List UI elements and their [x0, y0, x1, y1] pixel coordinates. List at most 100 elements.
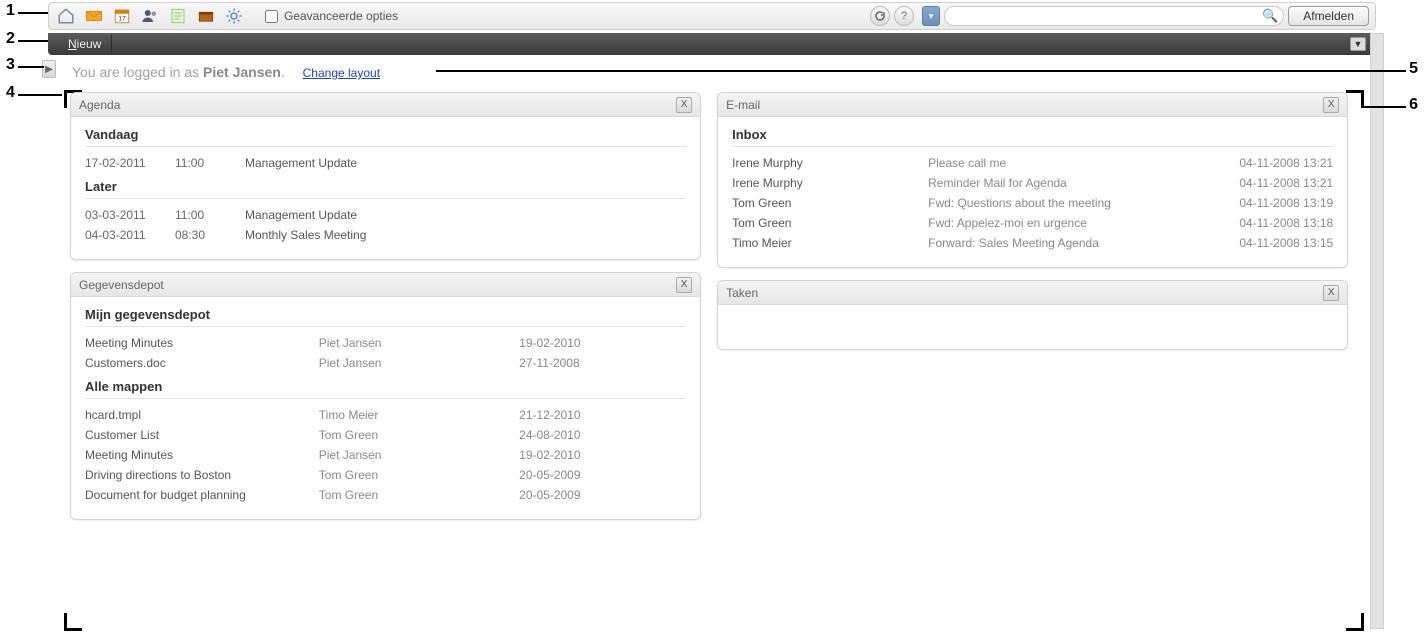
agenda-date: 04-03-2011 [85, 228, 175, 242]
email-from: Tom Green [732, 196, 928, 210]
callout-4: 4 [6, 84, 15, 102]
callout-2: 2 [6, 30, 15, 48]
callout-line [18, 66, 44, 68]
callout-3: 3 [6, 56, 15, 74]
email-from: Irene Murphy [732, 156, 928, 170]
search-input[interactable] [944, 6, 1284, 26]
email-subject: Reminder Mail for Agenda [928, 176, 1213, 190]
agenda-time: 11:00 [175, 156, 245, 170]
callout-line [18, 94, 62, 96]
depot-row[interactable]: Customer ListTom Green24-08-2010 [85, 425, 686, 445]
email-row[interactable]: Irene MurphyPlease call me04-11-2008 13:… [732, 153, 1333, 173]
right-sidebar-strip[interactable] [1370, 33, 1384, 629]
agenda-time: 08:30 [175, 228, 245, 242]
depot-name: Customers.doc [85, 356, 319, 370]
agenda-today-label: Vandaag [85, 127, 686, 147]
email-date: 04-11-2008 13:19 [1213, 196, 1333, 210]
svg-text:17: 17 [118, 16, 126, 23]
depot-owner: Tom Green [319, 428, 519, 442]
email-row[interactable]: Irene MurphyReminder Mail for Agenda04-1… [732, 173, 1333, 193]
overview-content: Agenda X Vandaag 17-02-201111:00Manageme… [70, 92, 1358, 631]
change-layout-link[interactable]: Change layout [303, 66, 380, 80]
close-icon[interactable]: X [1323, 97, 1339, 113]
email-row[interactable]: Tom GreenFwd: Questions about the meetin… [732, 193, 1333, 213]
mail-icon[interactable] [83, 5, 105, 27]
depot-row[interactable]: Driving directions to BostonTom Green20-… [85, 465, 686, 485]
depot-date: 20-05-2009 [519, 488, 686, 502]
email-subject: Fwd: Appelez-moi en urgence [928, 216, 1213, 230]
depot-date: 19-02-2010 [519, 448, 686, 462]
email-row[interactable]: Tom GreenFwd: Appelez-moi en urgence04-1… [732, 213, 1333, 233]
depot-owner: Piet Jansen [319, 336, 519, 350]
search-icon[interactable]: 🔍 [1262, 8, 1278, 24]
advanced-options-input[interactable] [265, 10, 278, 23]
login-prefix: You are logged in as [72, 64, 203, 80]
new-menu[interactable]: Nieuw [58, 35, 112, 53]
close-icon[interactable]: X [676, 97, 692, 113]
depot-row[interactable]: hcard.tmplTimo Meier21-12-2010 [85, 405, 686, 425]
callout-line [1362, 106, 1406, 108]
email-date: 04-11-2008 13:18 [1213, 216, 1333, 230]
panelbar-dropdown[interactable]: ▼ [1350, 37, 1366, 51]
tasks-title: Taken [726, 286, 758, 300]
depot-name: hcard.tmpl [85, 408, 319, 422]
agenda-subject: Monthly Sales Meeting [245, 228, 686, 242]
agenda-title: Agenda [79, 98, 120, 112]
login-user: Piet Jansen [203, 64, 281, 80]
refresh-button[interactable] [870, 6, 890, 26]
login-info: You are logged in as Piet Jansen. Change… [72, 64, 1364, 80]
agenda-date: 17-02-2011 [85, 156, 175, 170]
calendar-icon[interactable]: 17 [111, 5, 133, 27]
depot-row[interactable]: Meeting MinutesPiet Jansen19-02-2010 [85, 445, 686, 465]
agenda-row[interactable]: 04-03-201108:30Monthly Sales Meeting [85, 225, 686, 245]
email-row[interactable]: Timo MeierForward: Sales Meeting Agenda0… [732, 233, 1333, 253]
depot-row[interactable]: Customers.docPiet Jansen27-11-2008 [85, 353, 686, 373]
depot-owner: Timo Meier [319, 408, 519, 422]
close-icon[interactable]: X [1323, 285, 1339, 301]
email-date: 04-11-2008 13:21 [1213, 176, 1333, 190]
advanced-options-checkbox[interactable]: Geavanceerde opties [265, 9, 398, 23]
top-toolbar: 17 Geavanceerde opties ? ▾ 🔍 Afmelden [48, 2, 1376, 30]
tasks-icon[interactable] [167, 5, 189, 27]
close-icon[interactable]: X [676, 277, 692, 293]
search-scope-dropdown[interactable]: ▾ [922, 6, 940, 26]
contacts-icon[interactable] [139, 5, 161, 27]
depot-date: 27-11-2008 [519, 356, 686, 370]
email-panel: E-mail X Inbox Irene MurphyPlease call m… [717, 92, 1348, 268]
agenda-subject: Management Update [245, 156, 686, 170]
callout-line [18, 40, 48, 42]
panel-bar: Nieuw ▼ [48, 33, 1376, 55]
agenda-row[interactable]: 17-02-201111:00Management Update [85, 153, 686, 173]
depot-date: 20-05-2009 [519, 468, 686, 482]
settings-icon[interactable] [223, 5, 245, 27]
depot-name: Meeting Minutes [85, 336, 319, 350]
agenda-time: 11:00 [175, 208, 245, 222]
infostore-icon[interactable] [195, 5, 217, 27]
agenda-subject: Management Update [245, 208, 686, 222]
callout-6: 6 [1409, 96, 1418, 114]
email-inbox-label: Inbox [732, 127, 1333, 147]
depot-owner: Piet Jansen [319, 356, 519, 370]
email-from: Irene Murphy [732, 176, 928, 190]
logout-button[interactable]: Afmelden [1288, 6, 1369, 26]
email-date: 04-11-2008 13:21 [1213, 156, 1333, 170]
depot-name: Customer List [85, 428, 319, 442]
email-from: Tom Green [732, 216, 928, 230]
agenda-row[interactable]: 03-03-201111:00Management Update [85, 205, 686, 225]
infostore-panel: Gegevensdepot X Mijn gegevensdepot Meeti… [70, 272, 701, 520]
depot-date: 21-12-2010 [519, 408, 686, 422]
expand-sidebar-tab[interactable]: ▶ [42, 60, 56, 78]
agenda-panel: Agenda X Vandaag 17-02-201111:00Manageme… [70, 92, 701, 260]
depot-row[interactable]: Meeting MinutesPiet Jansen19-02-2010 [85, 333, 686, 353]
depot-owner: Tom Green [319, 468, 519, 482]
agenda-date: 03-03-2011 [85, 208, 175, 222]
depot-row[interactable]: Document for budget planningTom Green20-… [85, 485, 686, 505]
home-icon[interactable] [55, 5, 77, 27]
email-subject: Fwd: Questions about the meeting [928, 196, 1213, 210]
callout-line [18, 12, 48, 14]
callout-5: 5 [1409, 60, 1418, 78]
email-title: E-mail [726, 98, 760, 112]
help-button[interactable]: ? [894, 6, 914, 26]
email-date: 04-11-2008 13:15 [1213, 236, 1333, 250]
agenda-later-label: Later [85, 179, 686, 199]
